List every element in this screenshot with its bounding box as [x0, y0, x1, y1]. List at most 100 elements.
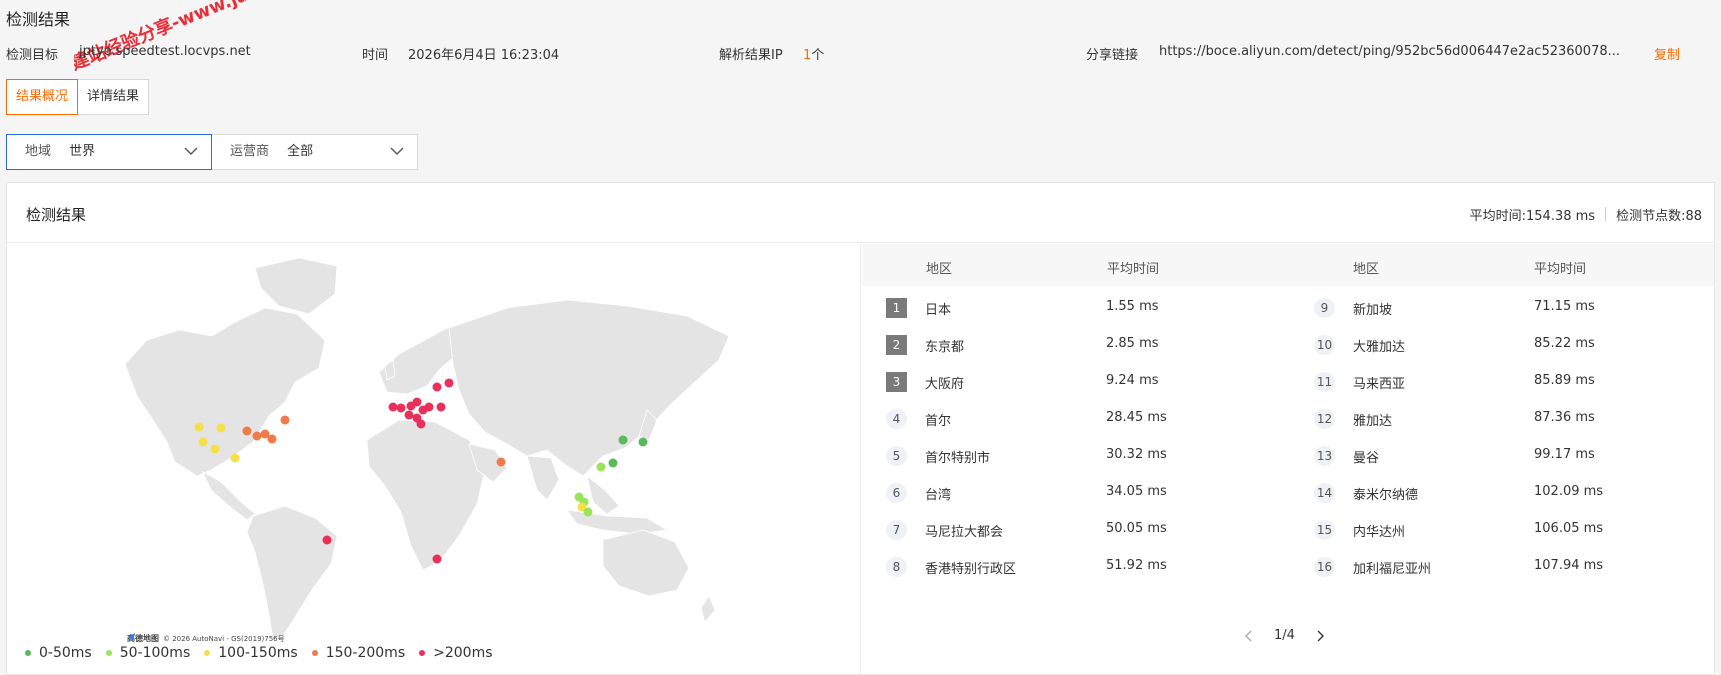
table-row: 1 日本 1.55 ms: [862, 287, 1282, 327]
rank-badge: 15: [1314, 520, 1335, 540]
row-time: 34.05 ms: [1106, 484, 1167, 499]
col-time-left: 平均时间: [1107, 262, 1160, 277]
row-area: 加利福尼亚州: [1353, 562, 1432, 577]
avg-time: 平均时间:154.38 ms: [1469, 209, 1596, 224]
row-area: 内华达州: [1353, 525, 1406, 540]
row-area: 泰米尔纳德: [1353, 488, 1419, 503]
chevron-left-icon[interactable]: [1242, 629, 1256, 643]
world-map-svg: [124, 257, 730, 641]
result-panel: 检测结果 平均时间:154.38 ms 检测节点数:88 高德地图 © 2026…: [6, 182, 1715, 675]
table-row: 5 首尔特别市 30.32 ms: [862, 435, 1282, 475]
ip-count[interactable]: 1个: [803, 44, 824, 63]
latency-legend: 0-50ms 50-100ms 100-150ms 150-200ms >200…: [25, 645, 493, 661]
node-marker[interactable]: [267, 434, 277, 444]
row-time: 85.89 ms: [1534, 373, 1595, 388]
node-marker[interactable]: [432, 554, 442, 564]
node-count: 检测节点数:88: [1616, 209, 1702, 224]
node-marker[interactable]: [252, 431, 262, 441]
table-row: 4 首尔 28.45 ms: [862, 398, 1282, 438]
isp-select-value: 全部: [287, 144, 314, 159]
node-marker[interactable]: [216, 423, 226, 433]
node-marker[interactable]: [618, 435, 628, 445]
row-time: 2.85 ms: [1106, 336, 1159, 351]
table-row: 16 加利福尼亚州 107.94 ms: [1290, 546, 1710, 586]
table-row: 11 马来西亚 85.89 ms: [1290, 361, 1710, 401]
row-area: 香港特别行政区: [925, 562, 1017, 577]
row-time: 28.45 ms: [1106, 410, 1167, 425]
legend-item: 50-100ms: [105, 645, 191, 661]
table-row: 2 东京都 2.85 ms: [862, 324, 1282, 364]
rank-badge: 8: [886, 557, 907, 577]
node-marker[interactable]: [496, 457, 506, 467]
legend-dot: [204, 650, 211, 656]
node-marker[interactable]: [404, 410, 414, 420]
rank-badge: 6: [886, 483, 907, 503]
legend-label: 50-100ms: [119, 645, 191, 661]
target-label: 检测目标: [6, 48, 59, 63]
node-marker[interactable]: [230, 453, 240, 463]
region-select-value: 世界: [69, 144, 96, 159]
node-marker[interactable]: [416, 419, 426, 429]
node-marker[interactable]: [210, 444, 220, 454]
table-row: 13 曼谷 99.17 ms: [1290, 435, 1710, 475]
pagination: 1/4: [1242, 628, 1327, 643]
chevron-down-icon: [390, 147, 404, 155]
legend-item: 100-150ms: [204, 645, 298, 661]
col-area-left: 地区: [926, 262, 953, 277]
tab-overview[interactable]: 结果概况: [6, 79, 79, 115]
row-area: 台湾: [925, 488, 952, 503]
rank-badge: 3: [886, 372, 907, 392]
node-marker[interactable]: [444, 378, 454, 388]
node-marker[interactable]: [583, 507, 593, 517]
node-marker[interactable]: [242, 426, 252, 436]
node-marker[interactable]: [412, 397, 422, 407]
node-marker[interactable]: [638, 437, 648, 447]
isp-select-label: 运营商: [230, 144, 270, 159]
node-marker[interactable]: [198, 437, 208, 447]
share-url[interactable]: https://boce.aliyun.com/detect/ping/952b…: [1159, 44, 1620, 59]
panel-header: 检测结果 平均时间:154.38 ms 检测节点数:88: [7, 183, 1714, 243]
copy-link[interactable]: 复制: [1654, 44, 1680, 63]
node-marker[interactable]: [280, 415, 290, 425]
legend-dot: [105, 650, 112, 656]
chevron-right-icon[interactable]: [1313, 629, 1327, 643]
stats-divider: [1605, 207, 1607, 221]
page-title: 检测结果: [6, 10, 71, 29]
node-marker[interactable]: [396, 403, 406, 413]
node-marker[interactable]: [194, 422, 204, 432]
node-marker[interactable]: [432, 382, 442, 392]
node-marker[interactable]: [424, 402, 434, 412]
world-map[interactable]: 高德地图 © 2026 AutoNavi - GS(2019)756号 0-50…: [7, 244, 861, 675]
table-row: 10 大雅加达 85.22 ms: [1290, 324, 1710, 364]
legend-label: 150-200ms: [325, 645, 406, 661]
table-row: 15 内华达州 106.05 ms: [1290, 509, 1710, 549]
rank-badge: 4: [886, 409, 907, 429]
table-row: 12 雅加达 87.36 ms: [1290, 398, 1710, 438]
region-select[interactable]: 地域 世界: [6, 134, 212, 170]
node-marker[interactable]: [322, 535, 332, 545]
table-row: 6 台湾 34.05 ms: [862, 472, 1282, 512]
node-marker[interactable]: [608, 458, 618, 468]
tab-details[interactable]: 详情结果: [78, 79, 150, 115]
rank-badge: 9: [1314, 298, 1335, 318]
chevron-down-icon: [184, 147, 198, 155]
target-value: jptyo.speedtest.locvps.net: [79, 44, 251, 59]
row-time: 71.15 ms: [1534, 299, 1595, 314]
isp-select[interactable]: 运营商 全部: [212, 134, 418, 170]
map-attribution: 高德地图 © 2026 AutoNavi - GS(2019)756号: [127, 633, 285, 644]
node-marker[interactable]: [596, 462, 606, 472]
row-time: 106.05 ms: [1534, 521, 1604, 536]
table-row: 14 泰米尔纳德 102.09 ms: [1290, 472, 1710, 512]
row-area: 马来西亚: [1353, 377, 1406, 392]
rank-badge: 14: [1314, 483, 1335, 503]
row-time: 30.32 ms: [1106, 447, 1167, 462]
page-indicator: 1/4: [1274, 628, 1295, 643]
row-time: 99.17 ms: [1534, 447, 1595, 462]
node-marker[interactable]: [388, 402, 398, 412]
time-label: 时间: [362, 48, 389, 63]
rank-badge: 5: [886, 446, 907, 466]
ranking-table: 地区 平均时间 地区 平均时间 1 日本 1.55 ms 2 东京都 2.85 ms 3 大阪…: [862, 244, 1714, 675]
row-area: 首尔特别市: [925, 451, 991, 466]
node-marker[interactable]: [436, 402, 446, 412]
row-time: 102.09 ms: [1534, 484, 1604, 499]
